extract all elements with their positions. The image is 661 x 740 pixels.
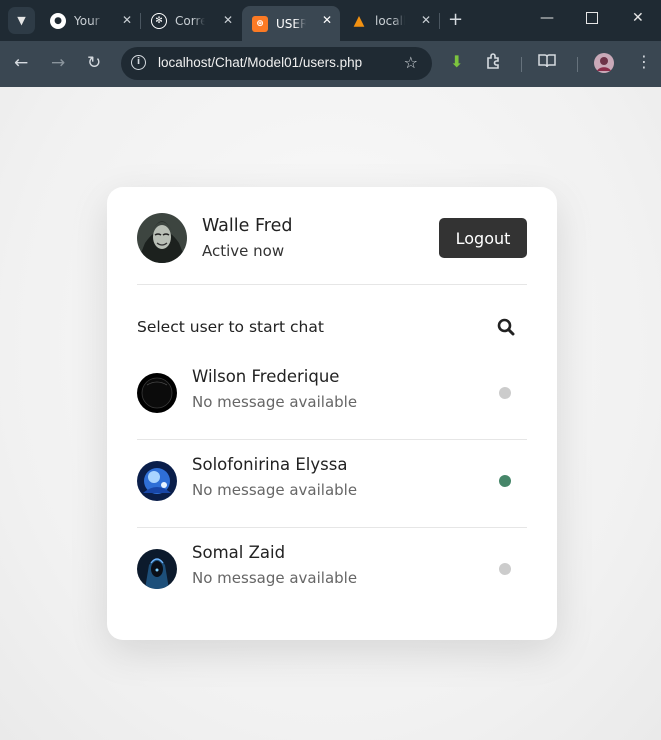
github-icon: ● [50, 12, 66, 29]
profile-avatar-icon[interactable] [594, 53, 614, 77]
close-tab-icon[interactable]: ✕ [223, 13, 233, 27]
maximize-icon[interactable] [586, 8, 598, 24]
close-window-icon[interactable]: ✕ [632, 10, 644, 26]
current-user-status: Active now [202, 242, 285, 260]
logout-button[interactable]: Logout [439, 218, 527, 258]
browser-tab-3-active[interactable]: ⊛ USER ✕ [242, 6, 340, 41]
browser-tab-2[interactable]: ✻ Corre ✕ [141, 6, 241, 35]
search-bar: Select user to start chat [137, 312, 527, 342]
minimize-icon[interactable]: — [540, 10, 554, 26]
close-tab-icon[interactable]: ✕ [322, 13, 332, 27]
menu-kebab-icon[interactable]: ⋮ [636, 52, 652, 71]
current-user-header: Walle Fred Active now Logout [137, 213, 527, 263]
browser-tab-1[interactable]: ● Your g ✕ [40, 6, 140, 35]
tab-title: USER [276, 16, 306, 31]
new-tab-icon[interactable]: + [448, 10, 463, 30]
reading-list-icon[interactable] [537, 52, 557, 74]
user-name: Solofonirina Elyssa [192, 455, 348, 474]
user-avatar [137, 461, 177, 501]
search-label: Select user to start chat [137, 318, 324, 336]
users-card: Walle Fred Active now Logout Select user… [107, 187, 557, 640]
tab-title: Your g [74, 13, 104, 28]
browser-toolbar: ← → ↻ i localhost/Chat/Model01/users.php… [0, 41, 661, 87]
header-divider [137, 284, 527, 285]
site-info-icon[interactable]: i [131, 55, 146, 70]
user-last-message: No message available [192, 481, 358, 499]
user-name: Wilson Frederique [192, 367, 340, 386]
address-bar[interactable]: i localhost/Chat/Model01/users.php ☆ [121, 47, 432, 80]
page-viewport: Walle Fred Active now Logout Select user… [0, 87, 661, 740]
close-tab-icon[interactable]: ✕ [421, 13, 431, 27]
tab-search-button[interactable]: ▼ [8, 7, 35, 34]
tab-title: Corre [175, 13, 205, 28]
user-name: Somal Zaid [192, 543, 286, 562]
bookmark-star-icon[interactable]: ☆ [404, 53, 418, 72]
browser-tab-4[interactable]: ▲ locall ✕ [341, 6, 439, 35]
chevron-down-icon: ▼ [17, 14, 26, 27]
status-offline-dot [499, 387, 511, 399]
user-list-item[interactable]: Wilson Frederique No message available [137, 367, 527, 461]
current-user-avatar [137, 213, 187, 263]
user-last-message: No message available [192, 569, 358, 587]
list-divider [137, 439, 527, 440]
user-avatar [137, 373, 177, 413]
user-list-item[interactable]: Solofonirina Elyssa No message available [137, 455, 527, 549]
status-offline-dot [499, 563, 511, 575]
forward-icon[interactable]: → [51, 53, 65, 73]
search-button[interactable] [493, 314, 519, 340]
tab-title: locall [375, 13, 405, 28]
user-avatar [137, 549, 177, 589]
reload-icon[interactable]: ↻ [87, 53, 101, 73]
download-extension-icon[interactable]: ⬇ [450, 52, 463, 71]
status-online-dot [499, 475, 511, 487]
phpmyadmin-icon: ▲ [353, 12, 365, 29]
user-list-item[interactable]: Somal Zaid No message available [137, 543, 527, 637]
current-user-name: Walle Fred [202, 216, 293, 236]
chatgpt-icon: ✻ [151, 12, 167, 29]
back-icon[interactable]: ← [14, 53, 28, 73]
xampp-icon: ⊛ [252, 15, 268, 32]
address-url[interactable]: localhost/Chat/Model01/users.php [158, 55, 362, 70]
list-divider [137, 527, 527, 528]
close-tab-icon[interactable]: ✕ [122, 13, 132, 27]
search-icon [497, 318, 515, 336]
user-last-message: No message available [192, 393, 358, 411]
browser-tab-strip: ▼ ● Your g ✕ ✻ Corre ✕ ⊛ USER ✕ ▲ locall… [0, 0, 661, 41]
extensions-puzzle-icon[interactable] [485, 52, 503, 74]
